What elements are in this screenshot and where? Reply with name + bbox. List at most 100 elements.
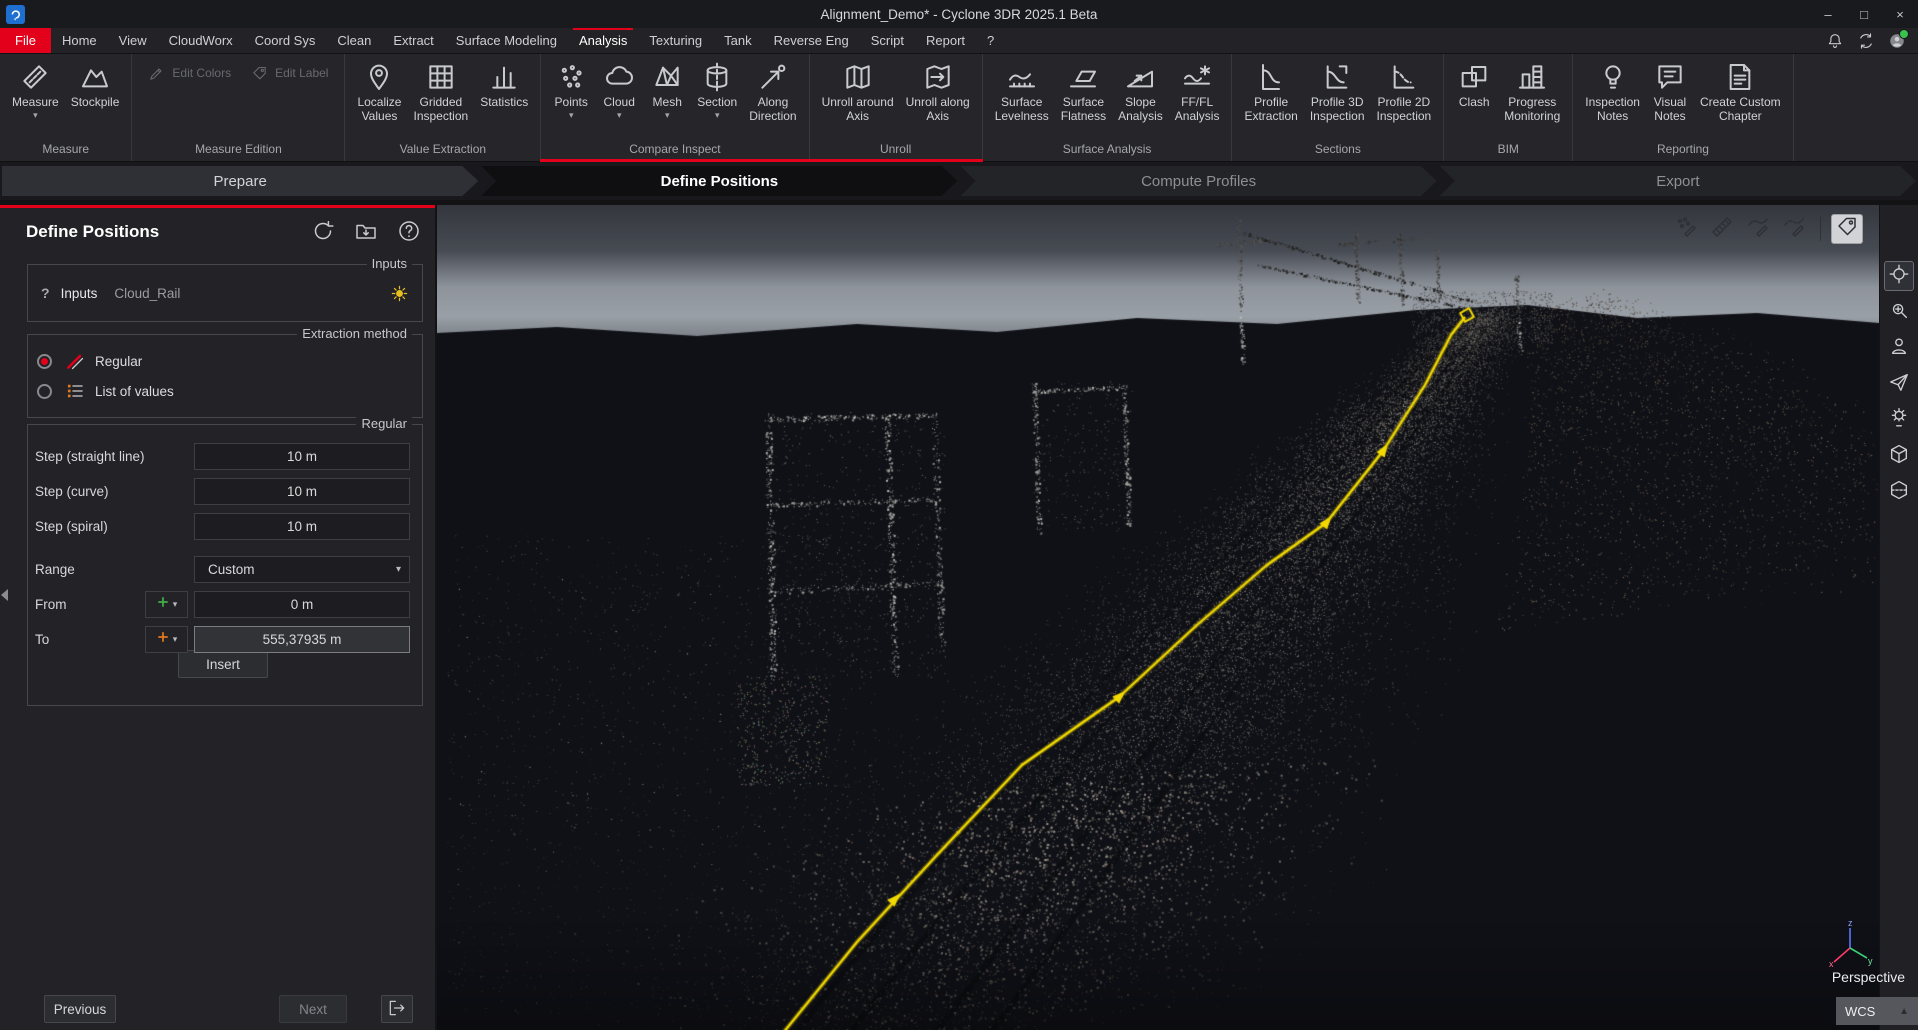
field-from-input[interactable]: 0 m [194, 591, 410, 618]
field-step-spiral-input[interactable]: 10 m [194, 513, 410, 540]
ribbon-button-progress-monitoring[interactable]: Progress Monitoring [1499, 57, 1565, 126]
ribbon-group-sections: Profile ExtractionProfile 3D InspectionP… [1232, 54, 1444, 161]
menu-tab-clean[interactable]: Clean [326, 28, 382, 53]
minimize-button[interactable]: – [1810, 0, 1846, 28]
account-icon[interactable] [1888, 32, 1906, 50]
viewport-3d[interactable]: z x y [437, 205, 1879, 1030]
ribbon-button-label: Surface Levelness [995, 96, 1049, 124]
ribbon-group-label: Unroll [817, 140, 975, 161]
workflow-step-compute-profiles[interactable]: Compute Profiles [961, 166, 1437, 196]
workflow-step-define-positions[interactable]: Define Positions [481, 166, 957, 196]
reset-button[interactable] [309, 219, 337, 247]
ribbon-button-profile-2d-inspection[interactable]: Profile 2D Inspection [1372, 57, 1437, 126]
menu-tab-home[interactable]: Home [51, 28, 108, 53]
zoom-selection-button[interactable] [1884, 297, 1914, 327]
ribbon-button-ff-fl-analysis[interactable]: FF/FL Analysis [1170, 57, 1225, 126]
ribbon-button-slope-analysis[interactable]: Slope Analysis [1113, 57, 1168, 126]
view-cube-button[interactable] [1884, 441, 1914, 471]
inputs-value[interactable]: Cloud_Rail [114, 286, 180, 301]
field-range-select[interactable]: Custom▾ [194, 556, 410, 583]
menu-tab-view[interactable]: View [108, 28, 158, 53]
ribbon-button-cloud[interactable]: Cloud▾ [596, 57, 642, 122]
field-step-curve-input[interactable]: 10 m [194, 478, 410, 505]
field-step-straight-line-input[interactable]: 10 m [194, 443, 410, 470]
ribbon-button-localize-values[interactable]: Localize Values [352, 57, 406, 126]
menu-tab-tank[interactable]: Tank [713, 28, 762, 53]
ribbon-button-along-direction[interactable]: Along Direction [744, 57, 801, 126]
ribbon-button-profile-extraction[interactable]: Profile Extraction [1239, 57, 1302, 126]
clipping-box-button[interactable] [1884, 477, 1914, 507]
ribbon-button-edit-colors[interactable]: Edit Colors [139, 60, 240, 87]
ribbon-button-points[interactable]: Points▾ [548, 57, 594, 122]
visibility-sun-icon[interactable] [390, 284, 409, 303]
field-to-input[interactable]: 555,37935 m [194, 626, 410, 653]
ribbon-button-inspection-notes[interactable]: Inspection Notes [1580, 57, 1645, 126]
wcs-selector[interactable]: WCS ▲ [1836, 997, 1918, 1025]
ribbon-button-gridded-inspection[interactable]: Gridded Inspection [408, 57, 473, 126]
ribbon-button-surface-flatness[interactable]: Surface Flatness [1056, 57, 1111, 126]
from-plus-icon [156, 595, 170, 614]
measure-ruler-button[interactable] [1706, 214, 1738, 244]
menu-tab-extract[interactable]: Extract [382, 28, 444, 53]
ribbon-button-unroll-around-axis[interactable]: Unroll around Axis [817, 57, 899, 126]
ribbon-button-edit-label[interactable]: Edit Label [242, 60, 337, 87]
section-icon [701, 61, 733, 93]
ribbon-button-stockpile[interactable]: Stockpile [66, 57, 125, 112]
ribbon-group-unroll: Unroll around AxisUnroll along Axis Unrol… [810, 54, 983, 161]
ribbon-button-unroll-along-axis[interactable]: Unroll along Axis [901, 57, 975, 126]
ribbon-group-label: Sections [1239, 140, 1436, 161]
menu-tab-script[interactable]: Script [860, 28, 915, 53]
next-button[interactable]: Next [279, 995, 347, 1023]
measure-points-button[interactable] [1670, 214, 1702, 244]
point-cloud-render[interactable] [437, 205, 1879, 1030]
insert-button[interactable]: Insert [178, 650, 268, 678]
extraction-option-regular[interactable]: Regular [37, 349, 414, 373]
ribbon-button-section[interactable]: Section▾ [692, 57, 742, 122]
previous-button[interactable]: Previous [44, 995, 116, 1023]
ribbon: Measure▾StockpileMeasureEdit ColorsEdit … [0, 54, 1918, 162]
extraction-option-list-of-values[interactable]: List of values [37, 379, 414, 403]
ribbon-button-measure[interactable]: Measure▾ [7, 57, 64, 122]
ribbon-button-create-custom-chapter[interactable]: Create Custom Chapter [1695, 57, 1786, 126]
radio-list-of-values[interactable] [37, 384, 52, 399]
ribbon-button-statistics[interactable]: Statistics [475, 57, 533, 112]
workflow-step-export[interactable]: Export [1440, 166, 1916, 196]
ribbon-button-visual-notes[interactable]: Visual Notes [1647, 57, 1693, 126]
inspect-section-button[interactable] [1778, 214, 1810, 244]
menu-tab-analysis[interactable]: Analysis [568, 28, 638, 53]
notifications-icon[interactable] [1826, 32, 1844, 50]
menu-tab-cloudworx[interactable]: CloudWorx [158, 28, 244, 53]
ribbon-button-label: Profile 2D Inspection [1377, 96, 1432, 124]
workflow-step-prepare[interactable]: Prepare [2, 166, 478, 196]
close-button[interactable]: × [1882, 0, 1918, 28]
menu-tab-coord-sys[interactable]: Coord Sys [244, 28, 327, 53]
panel-collapse-handle[interactable] [1, 589, 8, 601]
ribbon-button-mesh[interactable]: Mesh▾ [644, 57, 690, 122]
inputs-row[interactable]: ? Inputs Cloud_Rail [28, 265, 422, 321]
fly-mode-button[interactable] [1884, 369, 1914, 399]
radio-regular[interactable] [37, 354, 52, 369]
menu-tab-texturing[interactable]: Texturing [638, 28, 713, 53]
label-tool-button[interactable] [1831, 214, 1863, 244]
ribbon-button-clash[interactable]: Clash [1451, 57, 1497, 112]
viewport-tools [1670, 214, 1863, 244]
recover-button[interactable] [352, 219, 380, 247]
exit-workflow-button[interactable] [381, 995, 413, 1023]
menu-tab-surface-modeling[interactable]: Surface Modeling [445, 28, 568, 53]
inspect-surface-button[interactable] [1742, 214, 1774, 244]
orbit-view-button[interactable] [1884, 261, 1914, 291]
menu-tab-reverse-eng[interactable]: Reverse Eng [763, 28, 860, 53]
menu-tab-help[interactable]: ? [976, 28, 1005, 53]
ribbon-button-surface-levelness[interactable]: Surface Levelness [990, 57, 1054, 126]
maximize-button[interactable]: □ [1846, 0, 1882, 28]
sync-icon[interactable] [1857, 32, 1875, 50]
ribbon-group-value-extraction: Localize ValuesGridded InspectionStatist… [345, 54, 541, 161]
menu-tab-file[interactable]: File [0, 28, 51, 53]
first-person-view-button[interactable] [1884, 333, 1914, 363]
ribbon-button-profile-3d-inspection[interactable]: Profile 3D Inspection [1305, 57, 1370, 126]
lighting-button[interactable] [1884, 405, 1914, 435]
from-point-picker[interactable]: ▾ [145, 591, 188, 618]
help-button[interactable] [395, 219, 423, 247]
to-point-picker[interactable]: ▾ [145, 626, 188, 653]
menu-tab-report[interactable]: Report [915, 28, 976, 53]
